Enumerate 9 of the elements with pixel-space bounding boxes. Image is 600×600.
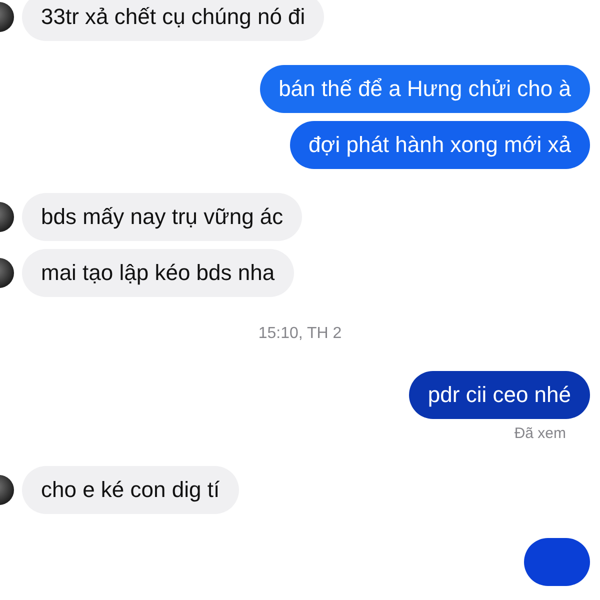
message-bubble: 33tr xả chết cụ chúng nó đi [22,0,324,41]
message-bubble: mai tạo lập kéo bds nha [22,249,294,297]
message-bubble: đợi phát hành xong mới xả [290,121,590,169]
message-bubble: pdr cii ceo nhé [408,371,590,419]
message-bubble: bán thế để a Hưng chửi cho à [260,65,590,113]
timestamp: 15:10, TH 2 [258,325,342,343]
message-bubble: cho e ké con dig tí [22,466,239,514]
message-bubble: bds mấy nay trụ vững ác [22,193,302,241]
seen-status: Đã xem [514,425,567,442]
